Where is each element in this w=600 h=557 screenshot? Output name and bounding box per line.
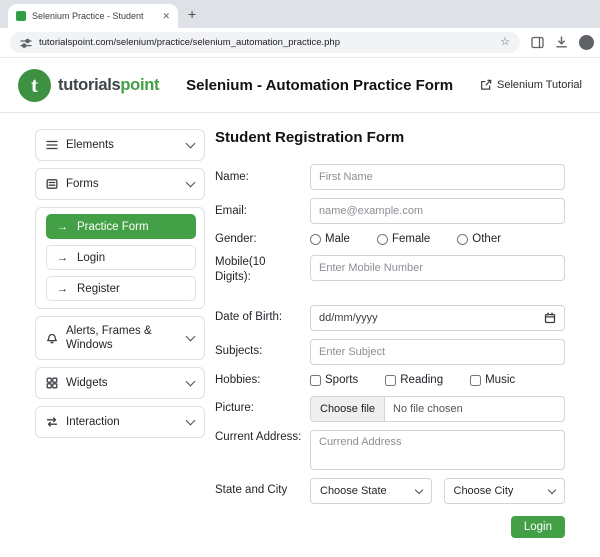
mobile-input[interactable] xyxy=(310,254,565,281)
gender-option-other[interactable]: Other xyxy=(457,233,501,245)
browser-toolbar: tutorialspoint.com/selenium/practice/sel… xyxy=(0,28,600,58)
site-header: t tutorialspoint Selenium - Automation P… xyxy=(0,58,600,112)
main-content: Student Registration Form Name: Email: G… xyxy=(215,129,565,538)
address-bar[interactable]: tutorialspoint.com/selenium/practice/sel… xyxy=(10,32,520,53)
picture-label: Picture: xyxy=(215,402,254,415)
choose-file-button[interactable]: Choose file xyxy=(311,396,386,421)
chevron-down-icon xyxy=(185,376,196,387)
tutorialspoint-wordmark: tutorialspoint xyxy=(58,75,160,94)
download-icon[interactable] xyxy=(555,36,568,49)
address-row: Current Address: xyxy=(215,429,565,470)
state-city-selects: Choose State Choose City xyxy=(310,477,565,504)
login-submit-button[interactable]: Login xyxy=(510,515,565,538)
selenium-tutorial-link[interactable]: Selenium Tutorial xyxy=(480,79,582,91)
sidebar-item-login[interactable]: → Login xyxy=(46,245,196,270)
calendar-icon[interactable] xyxy=(544,312,556,324)
hobby-checkbox-reading[interactable] xyxy=(385,374,397,386)
dob-label: Date of Birth: xyxy=(215,311,283,324)
hobby-option-sports[interactable]: Sports xyxy=(310,374,358,386)
tab-close-icon[interactable]: ✕ xyxy=(162,11,170,22)
picture-row: Picture: Choose file No file chosen xyxy=(215,395,565,422)
name-row: Name: xyxy=(215,164,565,190)
tutorialspoint-logo[interactable]: t tutorialspoint xyxy=(18,68,160,102)
sidebar-item-alerts-frames-windows[interactable]: Alerts, Frames & Windows xyxy=(35,316,205,360)
hobby-checkbox-sports[interactable] xyxy=(310,374,321,386)
gender-radio-male[interactable] xyxy=(310,233,321,245)
mobile-row: Mobile(10 Digits): xyxy=(215,254,565,285)
picture-file-input[interactable]: Choose file No file chosen xyxy=(310,395,565,422)
gender-radio-other[interactable] xyxy=(457,233,469,245)
chevron-down-icon xyxy=(185,138,196,149)
url-text[interactable]: tutorialspoint.com/selenium/practice/sel… xyxy=(39,37,340,48)
sidebar-item-interaction[interactable]: Interaction xyxy=(35,406,205,438)
subjects-label: Subjects: xyxy=(215,345,263,358)
dob-input[interactable]: dd/mm/yyyy xyxy=(310,304,565,331)
sidebar-item-practice-form[interactable]: → Practice Form xyxy=(46,214,196,239)
arrow-right-icon: → xyxy=(57,220,68,233)
tutorialspoint-logo-icon: t xyxy=(18,68,51,102)
widgets-grid-icon xyxy=(46,377,58,389)
site-info-tune-icon[interactable] xyxy=(20,37,32,49)
address-label: Current Address: xyxy=(215,430,302,443)
bell-icon xyxy=(46,332,58,344)
form-title: Student Registration Form xyxy=(215,129,405,146)
gender-label: Gender: xyxy=(215,233,257,245)
chevron-down-icon xyxy=(185,415,196,426)
bookmark-star-icon[interactable]: ☆ xyxy=(500,37,510,48)
interaction-arrows-icon xyxy=(46,416,58,428)
arrow-right-icon: → xyxy=(57,282,68,295)
external-link-icon xyxy=(481,79,492,90)
email-input[interactable] xyxy=(310,198,565,224)
sidebar: Elements Forms → Practice Form → Login →… xyxy=(35,129,205,538)
sidebar-item-widgets[interactable]: Widgets xyxy=(35,367,205,399)
dob-row: Date of Birth: dd/mm/yyyy xyxy=(215,304,565,331)
forms-subgroup: → Practice Form → Login → Register xyxy=(35,207,205,309)
name-label: Name: xyxy=(215,170,249,183)
city-select[interactable]: Choose City xyxy=(443,477,565,504)
page-title: Selenium - Automation Practice Form xyxy=(186,76,454,94)
submit-row: Login xyxy=(215,515,565,538)
file-status-text: No file chosen xyxy=(393,402,463,415)
mobile-label: Mobile(10 Digits): xyxy=(215,255,266,283)
tab-favicon-icon xyxy=(16,11,26,21)
gender-options: Male Female Other xyxy=(310,233,565,245)
state-select[interactable]: Choose State xyxy=(310,477,432,504)
hobbies-options: Sports Reading Music xyxy=(310,374,565,386)
state-city-label: State and City xyxy=(215,484,288,497)
gender-row: Gender: Male Female Other xyxy=(215,232,565,247)
new-tab-button[interactable]: + xyxy=(188,4,196,24)
subjects-input[interactable] xyxy=(310,338,565,365)
arrow-right-icon: → xyxy=(57,251,68,264)
tab-strip: Selenium Practice - Student ✕ + xyxy=(0,0,600,28)
hobby-option-music[interactable]: Music xyxy=(470,374,515,386)
email-row: Email: xyxy=(215,198,565,224)
gender-option-female[interactable]: Female xyxy=(376,233,430,245)
chevron-down-icon xyxy=(185,331,196,342)
tab-title: Selenium Practice - Student xyxy=(32,11,144,21)
chevron-down-icon xyxy=(414,485,423,494)
side-panel-icon[interactable] xyxy=(531,36,544,49)
sidebar-item-forms[interactable]: Forms xyxy=(35,168,205,200)
email-label: Email: xyxy=(215,204,247,217)
state-city-row: State and City Choose State Choose City xyxy=(215,477,565,504)
name-input[interactable] xyxy=(310,164,565,190)
sidebar-item-register[interactable]: → Register xyxy=(46,276,196,301)
browser-tab[interactable]: Selenium Practice - Student ✕ xyxy=(8,4,178,28)
hobby-option-reading[interactable]: Reading xyxy=(385,374,443,386)
hobbies-row: Hobbies: Sports Reading Music xyxy=(215,373,565,388)
forms-icon xyxy=(46,178,58,190)
profile-avatar[interactable] xyxy=(579,35,594,50)
gender-option-male[interactable]: Male xyxy=(310,233,350,245)
subjects-row: Subjects: xyxy=(215,338,565,365)
hobbies-label: Hobbies: xyxy=(215,373,261,386)
hobby-checkbox-music[interactable] xyxy=(470,374,482,386)
chevron-down-icon xyxy=(185,177,196,188)
sidebar-item-elements[interactable]: Elements xyxy=(35,129,205,161)
gender-radio-female[interactable] xyxy=(376,233,388,245)
chevron-down-icon xyxy=(547,485,557,494)
elements-icon xyxy=(46,139,58,151)
address-textarea[interactable] xyxy=(310,429,565,470)
